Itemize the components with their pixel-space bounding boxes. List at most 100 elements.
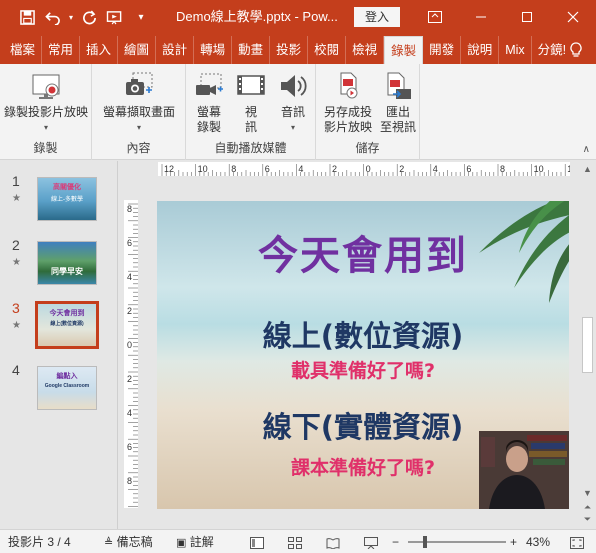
save-icon[interactable]: [14, 0, 40, 34]
previous-slide-icon[interactable]: ⏶: [579, 502, 596, 513]
save-as-show-label-1: 另存成投: [323, 105, 372, 119]
scrollbar-thumb[interactable]: [582, 317, 593, 373]
audio-button[interactable]: 音訊 ▾: [276, 70, 310, 135]
video-label-2: 訊: [244, 120, 257, 134]
ruler-label: 8: [127, 476, 132, 486]
ruler-label: 8: [500, 164, 505, 174]
zoom-in-button[interactable]: +: [510, 530, 517, 553]
animation-star-icon: ★: [12, 193, 21, 204]
tab-7[interactable]: 投影: [270, 36, 309, 64]
restore-icon[interactable]: [504, 0, 550, 34]
thumbnail-number: 2: [12, 237, 20, 253]
export-video-button[interactable]: 匯出 至視訊: [378, 70, 418, 135]
tab-5[interactable]: 轉場: [194, 36, 233, 64]
ruler-label: 6: [127, 238, 132, 248]
ribbon-display-icon[interactable]: [412, 0, 458, 34]
webcam-overlay: [479, 431, 569, 509]
screenshot-button[interactable]: 螢幕擷取畫面 ▾: [98, 70, 180, 135]
video-label-1: 視: [244, 105, 257, 119]
thumbnail-number: 3: [12, 300, 20, 316]
tab-12[interactable]: 說明: [461, 36, 500, 64]
scroll-down-icon[interactable]: ▼: [579, 488, 596, 498]
ribbon: 錄製投影片放映 ▾ 錄製 螢幕擷取畫面 ▾ 內容 螢幕 錄製 視 訊 音訊 ▾ …: [0, 64, 596, 160]
comments-label: 註解: [189, 535, 214, 549]
group-label-automedia: 自動播放媒體: [214, 141, 287, 155]
tab-4[interactable]: 設計: [156, 36, 195, 64]
ruler-label: 8: [231, 164, 236, 174]
minimize-icon[interactable]: [458, 0, 504, 34]
reading-view-icon[interactable]: [322, 530, 344, 553]
slide-thumbnail-1[interactable]: 高關優化 線上-多數學: [37, 177, 97, 221]
tab-1[interactable]: 常用: [42, 36, 81, 64]
tab-3[interactable]: 繪圖: [118, 36, 157, 64]
slide-thumbnail-4[interactable]: 編點入 Google Classroom: [37, 366, 97, 410]
ruler-label: 2: [127, 306, 132, 316]
slide-heading-online[interactable]: 線上(數位資源): [157, 313, 569, 355]
lightbulb-icon[interactable]: [556, 36, 596, 64]
zoom-slider-knob[interactable]: [423, 536, 427, 548]
zoom-out-button[interactable]: −: [392, 530, 399, 553]
tab-8[interactable]: 校閱: [308, 36, 347, 64]
vertical-scrollbar[interactable]: ▲ ▼ ⏶ ⏷: [579, 162, 596, 528]
slide-canvas[interactable]: 今天會用到 線上(數位資源) 載具準備好了嗎? 線下(實體資源) 課本準備好了嗎…: [157, 201, 569, 509]
fit-slide-icon[interactable]: [566, 530, 588, 553]
next-slide-icon[interactable]: ⏷: [579, 514, 596, 525]
notes-label: 備忘稿: [116, 535, 153, 549]
scroll-up-icon[interactable]: ▲: [579, 164, 596, 174]
tab-9[interactable]: 檢視: [346, 36, 385, 64]
ruler-label: 0: [127, 340, 132, 350]
document-title: Demo線上教學.pptx - Pow...: [176, 9, 338, 24]
tab-13[interactable]: Mix: [499, 36, 532, 64]
slideshow-view-icon[interactable]: [360, 530, 382, 553]
audio-icon: [277, 70, 309, 102]
screen-recording-button[interactable]: 螢幕 錄製: [192, 70, 226, 135]
present-icon[interactable]: [102, 0, 128, 34]
tab-2[interactable]: 插入: [80, 36, 119, 64]
notes-button[interactable]: ≜ 備忘稿: [104, 530, 153, 553]
close-icon[interactable]: [550, 0, 596, 34]
tab-6[interactable]: 動畫: [232, 36, 271, 64]
ruler-label: 10: [198, 164, 208, 174]
customize-icon[interactable]: ▾: [128, 0, 154, 34]
screenshot-label: 螢幕擷取畫面: [102, 105, 175, 119]
ruler-label: 10: [534, 164, 544, 174]
redo-icon[interactable]: [76, 0, 102, 34]
thumbnail-caption: 高關優化: [53, 184, 81, 191]
ribbon-group-content: 螢幕擷取畫面 ▾ 內容: [92, 64, 186, 160]
zoom-slider[interactable]: [408, 536, 506, 548]
chevron-down-icon: ▾: [43, 123, 48, 132]
slide-sorter-icon[interactable]: [284, 530, 306, 553]
vertical-ruler: 8 6 4 2 0 2 4 6 8: [124, 200, 138, 508]
export-video-label-1: 匯出: [385, 105, 410, 119]
slide-thumbnail-2[interactable]: 同學早安: [37, 241, 97, 285]
slide-title[interactable]: 今天會用到: [157, 223, 569, 281]
video-button[interactable]: 視 訊: [234, 70, 268, 135]
signin-button[interactable]: 登入: [354, 7, 400, 27]
video-icon: [235, 70, 267, 102]
collapse-ribbon-icon[interactable]: ∧: [583, 144, 590, 155]
slide-thumbnail-3[interactable]: 今天會用到 線上(數位資源): [35, 301, 99, 349]
slide-subheading-online[interactable]: 載具準備好了嗎?: [157, 356, 569, 383]
undo-icon[interactable]: [40, 0, 66, 34]
title-bar: ▾ ▾ Demo線上教學.pptx - Pow... 登入: [0, 0, 596, 34]
status-bar: 投影片 3 / 4 ≜ 備忘稿 ▣ 註解 − + 43%: [0, 529, 596, 553]
comments-button[interactable]: ▣ 註解: [176, 530, 214, 553]
quick-access-toolbar: ▾ ▾: [0, 0, 154, 34]
tab-10[interactable]: 錄製: [384, 36, 424, 64]
thumbnail-caption-2: 線上(數位資源): [50, 321, 84, 327]
audio-label: 音訊: [280, 105, 305, 119]
screen-recording-label-2: 錄製: [196, 120, 221, 134]
ruler-label: 4: [298, 164, 303, 174]
zoom-level[interactable]: 43%: [526, 530, 550, 553]
save-as-show-button[interactable]: 另存成投 影片放映: [320, 70, 376, 135]
tab-0[interactable]: 檔案: [4, 36, 43, 64]
record-slideshow-button[interactable]: 錄製投影片放映 ▾: [4, 70, 88, 135]
ruler-label: 0: [366, 164, 371, 174]
slide-thumbnails-pane: 1 ★ 高關優化 線上-多數學 2 ★ 同學早安 3 ★ 今天會用到 線上(數位…: [0, 161, 118, 529]
tab-11[interactable]: 開發: [423, 36, 462, 64]
normal-view-icon[interactable]: [246, 530, 268, 553]
undo-dropdown-icon[interactable]: ▾: [66, 0, 76, 34]
screen-recording-label-1: 螢幕: [196, 105, 221, 119]
ruler-label: 6: [265, 164, 270, 174]
thumbnail-number: 1: [12, 173, 20, 189]
